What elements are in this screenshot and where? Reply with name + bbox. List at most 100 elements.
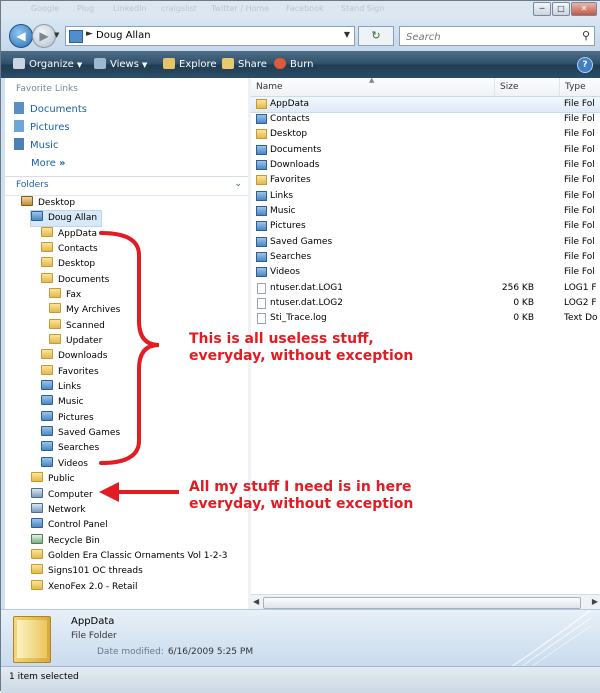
back-button[interactable]: ◀	[9, 24, 33, 48]
maximize-button[interactable]: □	[552, 2, 570, 16]
column-divider[interactable]	[559, 78, 560, 97]
desktop-icon	[21, 196, 33, 206]
table-row[interactable]: Favorites File Fol	[251, 173, 600, 188]
table-row[interactable]: Downloads File Fol	[251, 158, 600, 173]
favorite-link-documents[interactable]: Documents	[14, 102, 87, 118]
sort-ascending-icon: ▲	[369, 78, 375, 84]
organize-button[interactable]: Organize ▼	[13, 58, 82, 70]
table-row[interactable]: Searches File Fol	[251, 250, 600, 265]
views-button[interactable]: Views ▼	[94, 58, 147, 70]
minimize-button[interactable]: ─	[533, 2, 551, 16]
tree-item-desktop-sub[interactable]: Desktop	[41, 257, 95, 272]
folder-icon	[49, 334, 61, 344]
refresh-button[interactable]: ↻	[358, 26, 394, 46]
scroll-right-icon[interactable]: ▶	[592, 597, 598, 606]
horizontal-scrollbar[interactable]: ◀ ▶	[251, 594, 600, 610]
tree-item-pictures[interactable]: Pictures	[41, 411, 94, 426]
scroll-left-icon[interactable]: ◀	[253, 597, 259, 606]
address-bar[interactable]: ► Doug Allan ▼	[65, 26, 355, 46]
table-row[interactable]: Sti_Trace.log 0 KB Text Do	[251, 311, 600, 326]
tree-item-desktop[interactable]: Desktop	[21, 196, 75, 211]
annotation-line: everyday, without exception	[189, 496, 414, 512]
recent-pages-dropdown[interactable]: ▼	[54, 31, 59, 39]
folder-icon	[256, 145, 267, 155]
help-button[interactable]: ?	[577, 57, 593, 73]
table-row[interactable]: Desktop File Fol	[251, 127, 600, 142]
scrollbar-thumb[interactable]	[263, 597, 581, 609]
column-header-type[interactable]: Type	[565, 82, 586, 92]
folder-icon	[41, 426, 53, 436]
tree-item-favorites[interactable]: Favorites	[41, 365, 99, 380]
breadcrumb[interactable]: Doug Allan	[96, 30, 151, 41]
table-row[interactable]: Videos File Fol	[251, 265, 600, 280]
tree-item-fax[interactable]: Fax	[49, 288, 81, 303]
table-row[interactable]: Links File Fol	[251, 189, 600, 204]
table-row[interactable]: Music File Fol	[251, 204, 600, 219]
favorite-link-pictures[interactable]: Pictures	[14, 120, 70, 136]
forward-button[interactable]: ▶	[32, 24, 56, 48]
column-header-size[interactable]: Size	[500, 82, 518, 92]
table-row[interactable]: ntuser.dat.LOG1 256 KB LOG1 F	[251, 281, 600, 296]
chevron-down-icon[interactable]: ⌄	[234, 179, 242, 189]
file-icon	[257, 298, 266, 309]
favorite-link-music[interactable]: Music	[14, 138, 58, 154]
tree-label: Documents	[58, 275, 110, 285]
tree-item-saved-games[interactable]: Saved Games	[41, 426, 120, 441]
table-row[interactable]: Pictures File Fol	[251, 219, 600, 234]
folders-title: Folders	[16, 180, 49, 190]
tree-item-doug-allan[interactable]: Doug Allan	[29, 210, 103, 227]
status-text: 1 item selected	[9, 672, 79, 682]
burn-button[interactable]: Burn	[274, 58, 313, 70]
column-divider[interactable]	[494, 78, 495, 97]
tree-item-my-archives[interactable]: My Archives	[49, 303, 120, 318]
table-row[interactable]: AppData File Fol	[251, 96, 600, 113]
tree-item-updater[interactable]: Updater	[49, 334, 102, 349]
search-icon[interactable]: ⚲	[582, 29, 590, 42]
tree-item-videos[interactable]: Videos	[41, 457, 88, 472]
more-link[interactable]: More »	[31, 156, 65, 172]
row-type: File Fol	[564, 99, 595, 109]
tree-label: Fax	[66, 290, 82, 300]
row-name: ntuser.dat.LOG2	[270, 298, 343, 308]
chevron-down-icon[interactable]: ▼	[344, 30, 350, 39]
tree-item-scanned[interactable]: Scanned	[49, 319, 105, 334]
tree-item-downloads[interactable]: Downloads	[41, 349, 107, 364]
documents-icon	[14, 102, 24, 114]
table-row[interactable]: Documents File Fol	[251, 143, 600, 158]
tree-item-links[interactable]: Links	[41, 380, 81, 395]
date-modified-value: 6/16/2009 5:25 PM	[167, 647, 254, 657]
table-row[interactable]: ntuser.dat.LOG2 0 KB LOG2 F	[251, 296, 600, 311]
tree-item-network[interactable]: Network	[31, 503, 86, 518]
favorite-label: Documents	[30, 104, 88, 115]
tree-item-searches[interactable]: Searches	[41, 441, 99, 456]
tree-item-public[interactable]: Public	[31, 472, 75, 487]
folder-icon	[256, 252, 267, 262]
tree-item-control-panel[interactable]: Control Panel	[31, 518, 108, 533]
tree-item-contacts[interactable]: Contacts	[41, 242, 98, 257]
tree-item-recycle-bin[interactable]: Recycle Bin	[31, 534, 100, 549]
tree-item-signs101[interactable]: Signs101 OC threads	[31, 564, 143, 579]
table-row[interactable]: Saved Games File Fol	[251, 235, 600, 250]
share-button[interactable]: Share	[222, 58, 267, 70]
tree-item-documents[interactable]: Documents	[41, 273, 109, 288]
tree-item-golden-era[interactable]: Golden Era Classic Ornaments Vol 1-2-3	[31, 549, 227, 564]
row-type: File Fol	[564, 114, 595, 124]
folders-header[interactable]: Folders ⌄	[5, 176, 248, 196]
close-button[interactable]: ✕	[571, 2, 597, 16]
row-name: Sti_Trace.log	[270, 313, 327, 323]
folder-icon	[31, 549, 43, 559]
tree-item-xenofex[interactable]: XenoFex 2.0 - Retail	[31, 580, 137, 595]
search-box[interactable]: ⚲	[399, 26, 595, 46]
more-label: More	[31, 158, 56, 169]
breadcrumb-separator-icon[interactable]: ►	[86, 29, 93, 39]
search-input[interactable]	[404, 28, 578, 46]
tree-item-appdata[interactable]: AppData	[41, 227, 97, 242]
tree-label: Searches	[58, 443, 100, 453]
organize-label: Organize	[29, 59, 74, 70]
explore-button[interactable]: Explore	[163, 58, 217, 70]
column-header-name[interactable]: Name	[256, 82, 283, 92]
tree-item-music[interactable]: Music	[41, 395, 84, 410]
tree-item-computer[interactable]: Computer	[31, 488, 93, 503]
control-panel-icon	[31, 518, 43, 528]
table-row[interactable]: Contacts File Fol	[251, 112, 600, 127]
